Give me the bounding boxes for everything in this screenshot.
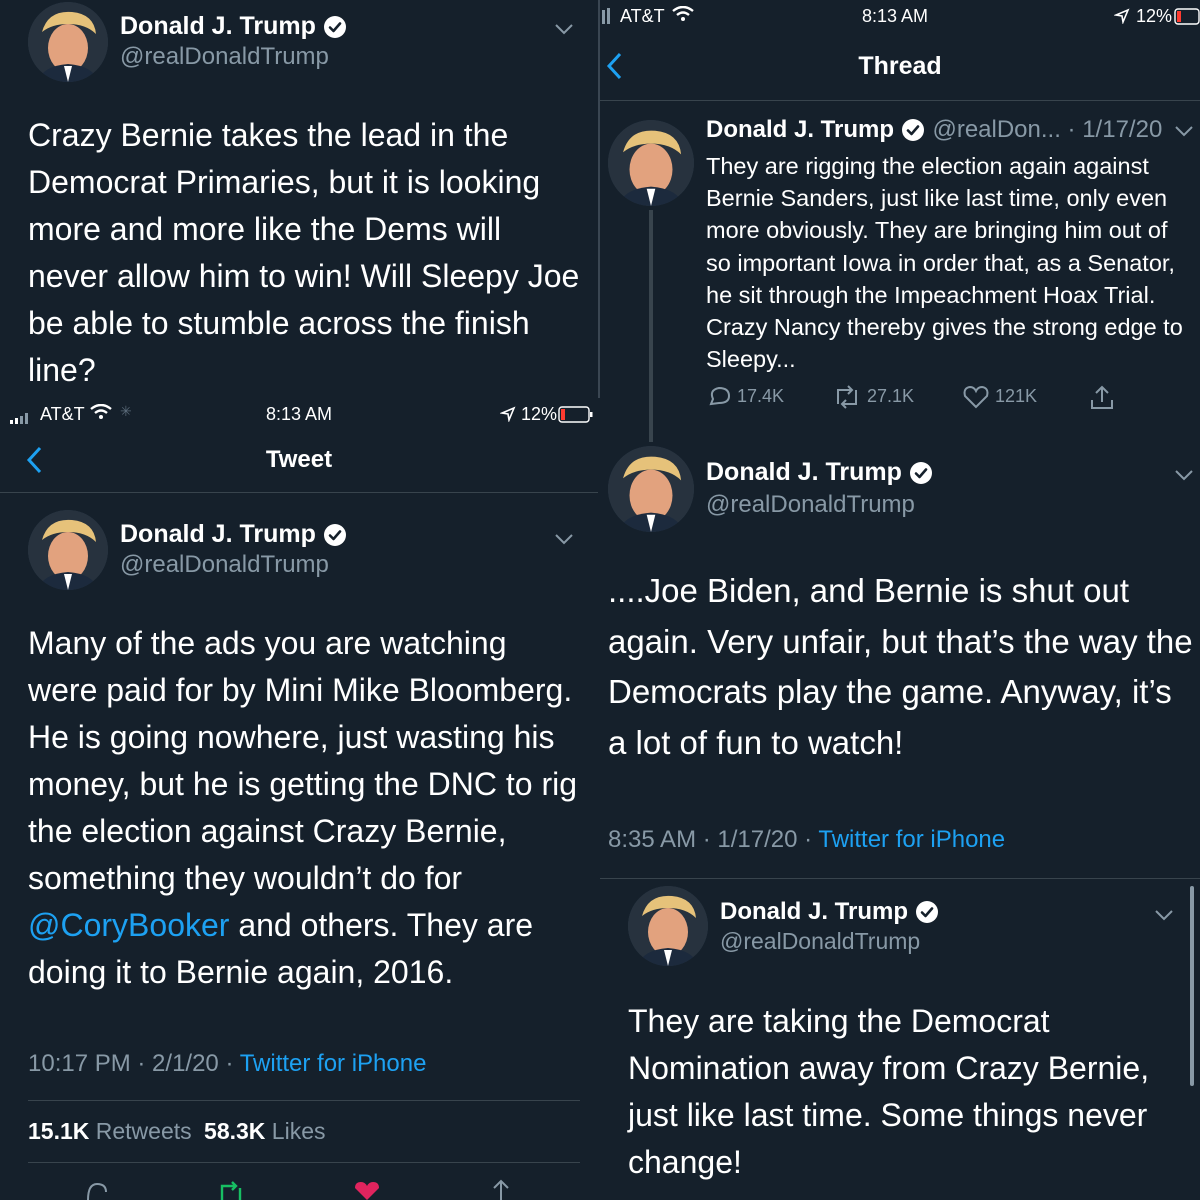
like-action[interactable]: 121K [962, 384, 1037, 410]
avatar[interactable] [628, 886, 708, 966]
battery-icon [1174, 8, 1200, 31]
reply-icon [709, 386, 731, 406]
retweet-icon[interactable] [216, 1180, 246, 1200]
author-handle: @realDonaldTrump [720, 928, 921, 954]
status-bar: AT&T ✳ 8:13 AM 12% [0, 398, 598, 430]
action-bar [0, 1176, 598, 1200]
battery-percent: 12% [1136, 6, 1173, 26]
likes-label[interactable]: Likes [272, 1118, 326, 1144]
carrier-label: AT&T [40, 404, 85, 424]
retweets-count[interactable]: 15.1K [28, 1118, 89, 1144]
author-name[interactable]: Donald J. Trump [720, 898, 939, 926]
source-link[interactable]: Twitter for iPhone [240, 1050, 427, 1077]
reply-count: 17.4K [737, 385, 785, 406]
location-arrow-icon [1113, 8, 1130, 29]
wifi-icon [672, 5, 694, 27]
signal-icon [10, 408, 34, 429]
author-block: Donald J. Trump @realDonaldTrump [120, 520, 346, 579]
retweet-icon [837, 385, 857, 409]
author-handle: @realDonaldTrump [706, 491, 915, 518]
thread-connector-line [649, 210, 653, 442]
thread-tweet-text: They are rigging the election again agai… [706, 153, 1183, 373]
tweet-text: ....Joe Biden, and Bernie is shut out ag… [608, 572, 1193, 761]
author-handle: @realDonaldTrump [120, 43, 329, 70]
author-handle-date: @realDon... · 1/17/20 [932, 116, 1163, 143]
tweet-text: Many of the ads you are watching were pa… [28, 625, 578, 990]
location-arrow-icon [499, 406, 516, 427]
clock-label: 8:13 AM [862, 6, 929, 26]
author-block: Donald J. Trump @realDonaldTrump [120, 12, 346, 71]
mention-link[interactable]: @CoryBooker [28, 907, 229, 943]
share-icon[interactable] [1088, 384, 1116, 412]
retweets-label[interactable]: Retweets [96, 1118, 192, 1144]
timestamp: 10:17 PM · 2/1/20 · [28, 1050, 240, 1077]
verified-badge-icon [902, 119, 925, 141]
author-block: Donald J. Trump @realDonaldTrump [706, 458, 932, 519]
avatar[interactable] [28, 2, 108, 82]
nav-divider [0, 492, 598, 493]
author-name[interactable]: Donald J. Trump [706, 458, 932, 487]
signal-icon [602, 8, 614, 29]
tweet-text: Crazy Bernie takes the lead in the Democ… [28, 117, 580, 388]
author-handle: @realDonaldTrump [120, 551, 329, 578]
verified-badge-icon [323, 523, 346, 546]
panel-divider [600, 878, 1200, 879]
avatar[interactable] [608, 120, 694, 206]
engagement-stats: 15.1K Retweets 58.3K Likes [28, 1118, 326, 1145]
retweet-count: 27.1K [867, 385, 915, 406]
meta-divider [28, 1100, 580, 1101]
clock-label: 8:13 AM [266, 404, 333, 424]
verified-badge-icon [916, 901, 939, 923]
chevron-down-icon[interactable] [1174, 468, 1194, 482]
author-name[interactable]: Donald J. Trump [706, 116, 925, 144]
battery-percent: 12% [521, 404, 558, 424]
chevron-down-icon[interactable] [554, 22, 574, 36]
author-name[interactable]: Donald J. Trump [120, 12, 346, 41]
share-icon[interactable] [488, 1178, 514, 1200]
tweet-meta: 8:35 AM · 1/17/20 · Twitter for iPhone [608, 826, 1005, 854]
thread-panel: AT&T 8:13 AM 12% Thread Donald J. Trump … [600, 0, 1200, 878]
thread-tweet-header: Donald J. Trump @realDon... · 1/17/20 [706, 116, 1186, 144]
reply-action[interactable]: 17.4K [706, 384, 784, 410]
loading-spinner-icon: ✳ [120, 403, 132, 419]
author-name[interactable]: Donald J. Trump [120, 520, 346, 549]
likes-count[interactable]: 58.3K [204, 1118, 265, 1144]
heart-icon[interactable] [352, 1180, 382, 1200]
like-count: 121K [995, 385, 1038, 406]
nav-divider [600, 100, 1200, 101]
avatar[interactable] [28, 510, 108, 590]
verified-badge-icon [909, 461, 932, 484]
chevron-down-icon[interactable] [1174, 124, 1194, 138]
battery-icon [558, 406, 594, 429]
status-bar: AT&T 8:13 AM 12% [600, 4, 1200, 34]
top-left-tweet-panel: Donald J. Trump @realDonaldTrump Crazy B… [0, 0, 598, 398]
bottom-left-tweet-panel: AT&T ✳ 8:13 AM 12% Tweet Donald J. Trump… [0, 398, 598, 1200]
bottom-right-tweet-panel: Donald J. Trump @realDonaldTrump They ar… [600, 878, 1200, 1200]
chevron-down-icon[interactable] [1154, 908, 1174, 922]
tweet-meta: 10:17 PM · 2/1/20 · Twitter for iPhone [28, 1050, 426, 1078]
verified-badge-icon [323, 15, 346, 38]
author-block: Donald J. Trump @realDonaldTrump [720, 898, 939, 955]
retweet-action[interactable]: 27.1K [832, 384, 914, 410]
nav-title: Tweet [265, 446, 333, 473]
wifi-icon [90, 403, 112, 425]
heart-icon [963, 385, 989, 409]
scrollbar[interactable] [1190, 886, 1194, 1086]
stats-divider [28, 1162, 580, 1163]
avatar[interactable] [608, 446, 694, 532]
carrier-label: AT&T [620, 6, 665, 26]
thread-tweet-actions: 17.4K 27.1K 121K [706, 384, 1186, 414]
tweet-text: They are taking the Democrat Nomination … [628, 1003, 1150, 1180]
timestamp: 8:35 AM · 1/17/20 · [608, 826, 819, 853]
chevron-down-icon[interactable] [554, 532, 574, 546]
source-link[interactable]: Twitter for iPhone [818, 826, 1005, 853]
nav-title: Thread [858, 52, 942, 80]
reply-icon[interactable] [84, 1180, 110, 1200]
